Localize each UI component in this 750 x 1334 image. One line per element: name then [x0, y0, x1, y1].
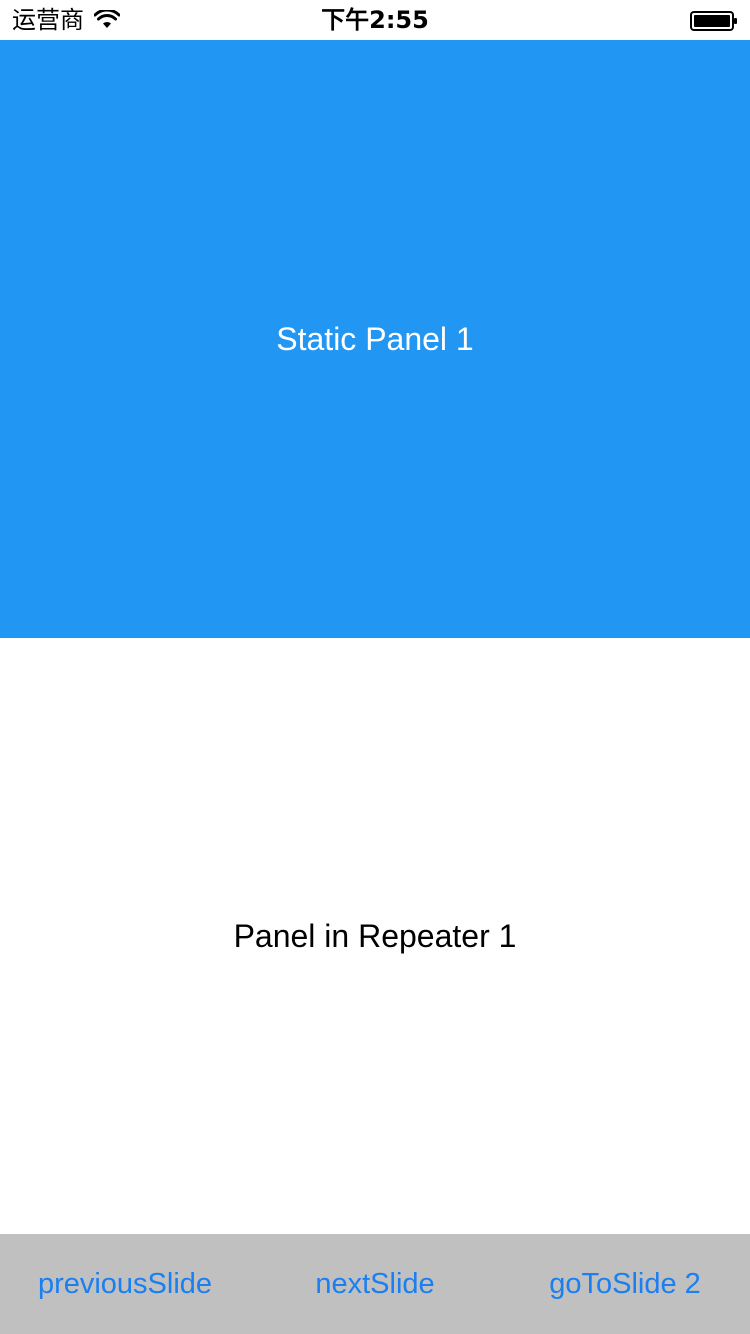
previous-slide-button[interactable]: previousSlide: [0, 1234, 250, 1334]
status-bar: 运营商 下午2:55: [0, 0, 750, 40]
battery-icon: [690, 11, 737, 31]
go-to-slide-button[interactable]: goToSlide 2: [500, 1234, 750, 1334]
next-slide-button[interactable]: nextSlide: [250, 1234, 500, 1334]
static-panel: Static Panel 1: [0, 40, 750, 638]
bottom-toolbar: previousSlide nextSlide goToSlide 2: [0, 1234, 750, 1334]
status-time: 下午2:55: [321, 6, 429, 34]
repeater-panel: Panel in Repeater 1: [0, 638, 750, 1234]
repeater-panel-label: Panel in Repeater 1: [233, 917, 517, 954]
static-panel-label: Static Panel 1: [276, 320, 474, 357]
